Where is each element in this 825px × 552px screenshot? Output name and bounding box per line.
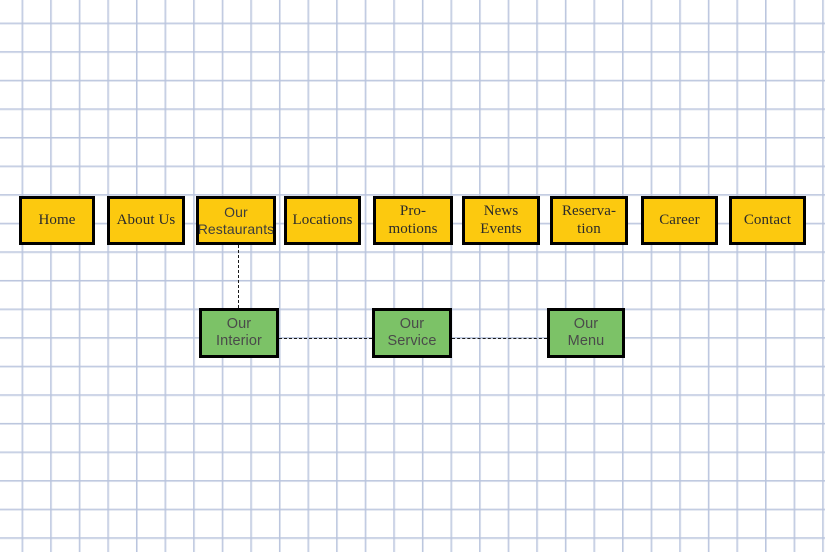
node-label: Our Interior <box>216 315 262 349</box>
node-label: About Us <box>116 211 176 228</box>
node-label: Our Menu <box>567 315 605 349</box>
node-label: Our Service <box>387 315 437 349</box>
node-label: Contact <box>743 211 792 228</box>
connector-restaurants-to-interior <box>238 245 239 308</box>
node-our-interior[interactable]: Our Interior <box>199 308 279 358</box>
node-reservation[interactable]: Reserva- tion <box>550 196 628 245</box>
node-promotions[interactable]: Pro- motions <box>373 196 453 245</box>
node-label: Pro- motions <box>388 202 438 237</box>
node-news-events[interactable]: News Events <box>462 196 540 245</box>
node-label: Reserva- tion <box>561 202 617 237</box>
node-contact[interactable]: Contact <box>729 196 806 245</box>
node-career[interactable]: Career <box>641 196 718 245</box>
node-home[interactable]: Home <box>19 196 95 245</box>
node-label: News Events <box>480 202 522 237</box>
node-our-restaurants[interactable]: Our Restaurants <box>196 196 276 245</box>
node-our-service[interactable]: Our Service <box>372 308 452 358</box>
node-label: Home <box>38 211 76 228</box>
node-label: Career <box>659 211 700 228</box>
connector-service-to-menu <box>452 338 547 339</box>
node-label: Our Restaurants <box>197 203 275 237</box>
node-label: Locations <box>292 211 353 228</box>
node-our-menu[interactable]: Our Menu <box>547 308 625 358</box>
diagram-canvas: Home About Us Our Restaurants Locations … <box>0 0 825 552</box>
node-about-us[interactable]: About Us <box>107 196 185 245</box>
node-locations[interactable]: Locations <box>284 196 361 245</box>
connector-interior-to-service <box>279 338 372 339</box>
